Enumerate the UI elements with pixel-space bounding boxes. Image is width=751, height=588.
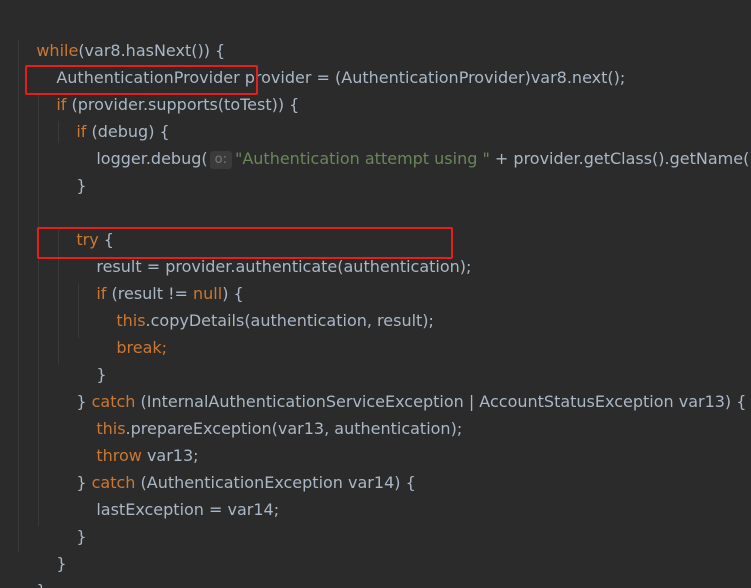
keyword-break: break; [116, 338, 168, 357]
code-text: lastException = var14; [96, 500, 280, 519]
code-line[interactable]: } catch (InternalAuthenticationServiceEx… [56, 361, 746, 411]
code-line[interactable]: lastException = var14; [76, 469, 279, 519]
code-line[interactable]: } [56, 145, 86, 195]
code-line[interactable]: while(var8.hasNext()) { [16, 10, 225, 60]
code-line[interactable]: } catch (AuthenticationException var14) … [56, 442, 415, 492]
string-literal: "Authentication attempt using " [234, 149, 490, 168]
code-line[interactable]: AuthenticationProvider provider = (Authe… [36, 37, 625, 87]
closing-brace: } [76, 176, 87, 195]
closing-brace: } [56, 554, 67, 573]
code-line[interactable]: } [36, 523, 66, 573]
highlight-box-authenticate [37, 227, 453, 259]
code-text: .copyDetails(authentication, result); [145, 311, 434, 330]
code-text: logger.debug( [96, 149, 208, 168]
code-line[interactable]: logger.debug(o: "Authentication attempt u… [76, 118, 751, 169]
code-line[interactable]: if (debug) { [56, 91, 169, 141]
code-line[interactable]: this.prepareException(var13, authenticat… [76, 388, 462, 438]
indent-guide [18, 40, 19, 552]
highlight-box-supports [25, 65, 258, 95]
code-editor[interactable]: while(var8.hasNext()) { AuthenticationPr… [0, 0, 751, 588]
closing-brace: } [36, 581, 46, 588]
code-line[interactable]: } [56, 496, 86, 546]
code-text: + provider.getClass().getName()); [489, 149, 751, 168]
code-line[interactable]: break; [96, 307, 167, 357]
indent-guide [38, 94, 39, 526]
code-line[interactable]: try { [56, 199, 114, 249]
code-line[interactable]: } [76, 334, 106, 384]
code-line[interactable]: } [16, 550, 46, 588]
closing-brace: } [76, 527, 87, 546]
code-line[interactable]: this.copyDetails(authentication, result)… [96, 280, 434, 330]
parameter-hint: o: [209, 151, 232, 169]
code-line[interactable]: throw var13; [76, 415, 198, 465]
